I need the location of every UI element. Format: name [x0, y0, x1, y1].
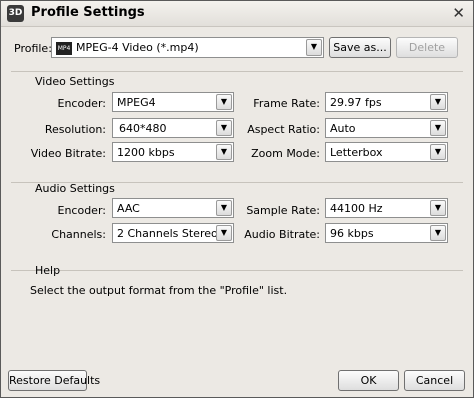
- title-bar[interactable]: 3D Profile Settings ✕: [1, 1, 473, 27]
- chevron-down-icon[interactable]: ▼: [430, 120, 446, 136]
- chevron-down-icon[interactable]: ▼: [216, 200, 232, 216]
- audio-encoder-value: AAC: [117, 202, 140, 215]
- chevron-down-icon[interactable]: ▼: [306, 39, 322, 56]
- ok-button[interactable]: OK: [338, 370, 399, 391]
- audio-settings-heading: Audio Settings: [35, 182, 115, 195]
- video-encoder-select[interactable]: MPEG4 ▼: [112, 92, 234, 112]
- aspect-ratio-value: Auto: [330, 122, 356, 135]
- resolution-value: 640*480: [119, 122, 167, 135]
- zoom-mode-value: Letterbox: [330, 146, 383, 159]
- window-title: Profile Settings: [31, 5, 145, 20]
- sample-rate-value: 44100 Hz: [330, 202, 383, 215]
- audio-bitrate-label: Audio Bitrate:: [244, 228, 320, 241]
- resolution-label: Resolution:: [44, 123, 106, 136]
- frame-rate-select[interactable]: 29.97 fps ▼: [325, 92, 448, 112]
- frame-rate-value: 29.97 fps: [330, 96, 382, 109]
- chevron-down-icon[interactable]: ▼: [430, 94, 446, 110]
- resolution-select[interactable]: 640*480 ▼: [112, 118, 234, 138]
- app-icon: 3D: [7, 5, 24, 22]
- aspect-ratio-select[interactable]: Auto ▼: [325, 118, 448, 138]
- audio-bitrate-select[interactable]: 96 kbps ▼: [325, 223, 448, 243]
- chevron-down-icon[interactable]: ▼: [430, 225, 446, 241]
- chevron-down-icon[interactable]: ▼: [430, 200, 446, 216]
- zoom-mode-label: Zoom Mode:: [251, 147, 320, 160]
- chevron-down-icon[interactable]: ▼: [216, 94, 232, 110]
- cancel-button[interactable]: Cancel: [404, 370, 465, 391]
- sample-rate-label: Sample Rate:: [246, 204, 320, 217]
- profile-settings-window: 3D Profile Settings ✕ Profile: MP4 MPEG-4…: [0, 0, 474, 398]
- delete-button: Delete: [396, 37, 458, 58]
- zoom-mode-select[interactable]: Letterbox ▼: [325, 142, 448, 162]
- save-as-button[interactable]: Save as...: [329, 37, 391, 58]
- profile-value: MPEG-4 Video (*.mp4): [76, 41, 199, 54]
- help-text: Select the output format from the "Profi…: [30, 284, 288, 297]
- help-heading: Help: [35, 264, 61, 277]
- channels-label: Channels:: [51, 228, 106, 241]
- audio-bitrate-value: 96 kbps: [330, 227, 374, 240]
- video-bitrate-label: Video Bitrate:: [30, 147, 106, 160]
- audio-encoder-select[interactable]: AAC ▼: [112, 198, 234, 218]
- chevron-down-icon[interactable]: ▼: [216, 225, 232, 241]
- close-icon[interactable]: ✕: [452, 4, 465, 22]
- restore-defaults-button[interactable]: Restore Defaults: [8, 370, 100, 391]
- chevron-down-icon[interactable]: ▼: [430, 144, 446, 160]
- frame-rate-label: Frame Rate:: [253, 97, 320, 110]
- audio-encoder-label: Encoder:: [57, 204, 107, 217]
- video-bitrate-select[interactable]: 1200 kbps ▼: [112, 142, 234, 162]
- video-bitrate-value: 1200 kbps: [117, 146, 175, 159]
- aspect-ratio-label: Aspect Ratio:: [247, 123, 320, 136]
- mp4-file-icon: MP4: [56, 41, 72, 55]
- channels-value: 2 Channels Stereo: [117, 227, 218, 240]
- chevron-down-icon[interactable]: ▼: [216, 120, 232, 136]
- video-encoder-label: Encoder:: [57, 97, 107, 110]
- profile-select[interactable]: MP4 MPEG-4 Video (*.mp4) ▼: [51, 37, 324, 58]
- video-encoder-value: MPEG4: [117, 96, 156, 109]
- video-settings-divider: [11, 71, 463, 72]
- sample-rate-select[interactable]: 44100 Hz ▼: [325, 198, 448, 218]
- help-divider: [11, 270, 463, 271]
- video-settings-heading: Video Settings: [35, 75, 115, 88]
- channels-select[interactable]: 2 Channels Stereo ▼: [112, 223, 234, 243]
- profile-label: Profile:: [14, 42, 52, 55]
- chevron-down-icon[interactable]: ▼: [216, 144, 232, 160]
